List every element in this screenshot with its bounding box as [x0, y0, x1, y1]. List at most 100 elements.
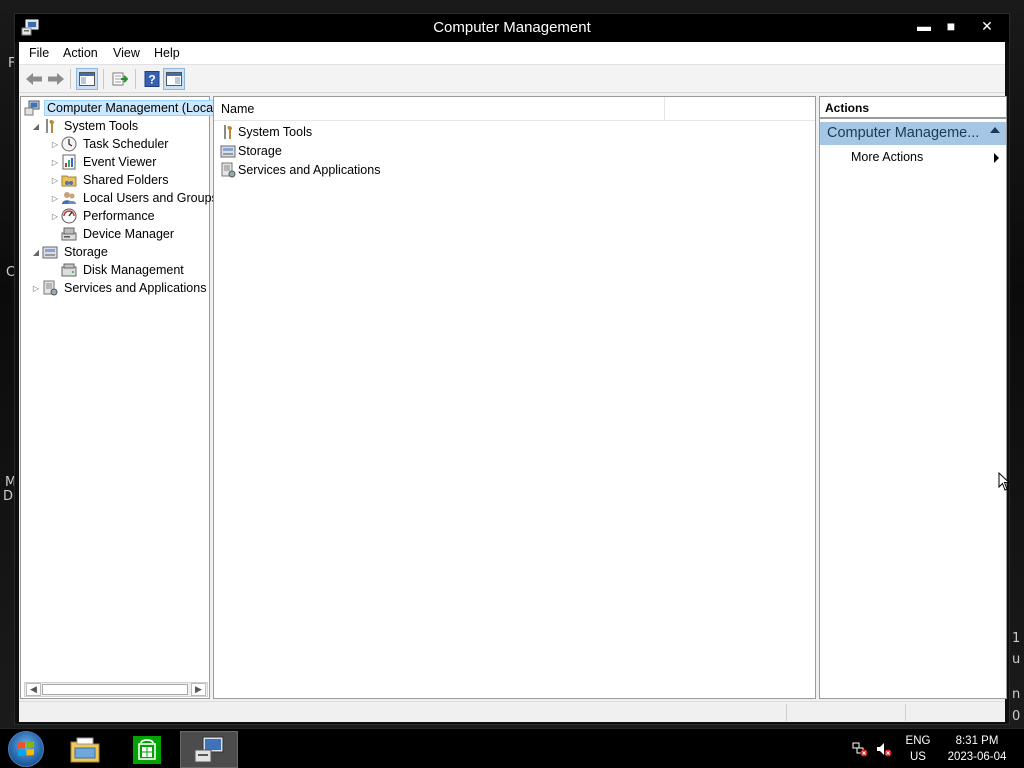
console-tree-pane[interactable]: Computer Management (Local ◢ System Tool… [20, 96, 219, 699]
taskbar-computer-management[interactable] [180, 731, 238, 768]
tree-item-task-scheduler[interactable]: ▷ Task Scheduler [49, 135, 170, 153]
list-item-label: System Tools [238, 125, 313, 139]
desktop-fragment: u [1012, 652, 1021, 667]
collapse-arrow-icon[interactable]: ◢ [30, 246, 42, 258]
volume-muted-icon[interactable] [876, 741, 892, 757]
actions-group-computer-management[interactable]: Computer Manageme... [820, 122, 1006, 145]
users-icon [61, 190, 77, 206]
clock-time: 8:31 PM [955, 735, 999, 747]
mouse-cursor-icon [998, 472, 1010, 491]
actions-pane: Actions Computer Manageme... More Action… [819, 96, 1007, 699]
actions-header: Actions [820, 97, 1006, 119]
tree-item-label: Performance [83, 209, 155, 223]
column-header-name[interactable]: Name [221, 102, 254, 116]
forward-arrow-icon[interactable] [45, 68, 67, 90]
storage-icon [42, 244, 58, 260]
network-disconnected-icon[interactable] [852, 741, 868, 757]
back-arrow-icon[interactable] [23, 68, 45, 90]
list-item-label: Services and Applications [238, 163, 381, 177]
collapse-up-icon[interactable] [990, 127, 1000, 133]
windows-logo-icon [18, 741, 34, 757]
tree-item-label: Services and Applications [64, 281, 207, 295]
language-indicator[interactable]: ENG US [900, 733, 936, 765]
disk-icon [61, 262, 77, 278]
window-title: Computer Management [433, 19, 591, 36]
taskbar-file-explorer[interactable] [56, 731, 114, 768]
keyboard-layout: US [910, 751, 926, 763]
more-actions-link[interactable]: More Actions [851, 150, 923, 164]
tree-item-services-applications[interactable]: ▷ Services and Applications [30, 279, 208, 297]
device-manager-icon [61, 226, 77, 242]
tree-item-label: Device Manager [83, 227, 175, 241]
collapse-arrow-icon[interactable]: ◢ [30, 120, 42, 132]
tree-item-device-manager[interactable]: Device Manager [61, 225, 176, 243]
tree-item-local-users-groups[interactable]: ▷ Local Users and Groups [49, 189, 220, 207]
column-divider[interactable] [664, 97, 665, 121]
tree-item-label: Task Scheduler [83, 137, 169, 151]
tree-item-computer-management[interactable]: Computer Management (Local [24, 99, 219, 117]
minimize-button[interactable]: ▬ [909, 16, 939, 36]
language-code: ENG [905, 735, 931, 747]
toolbar: ? [19, 65, 1005, 93]
computer-management-window: Computer Management ▬ ■ ✕ File Action Vi… [14, 13, 1010, 725]
taskbar: ENG US 8:31 PM 2023-06-04 [0, 728, 1024, 768]
tree-item-performance[interactable]: ▷ Performance [49, 207, 157, 225]
help-icon[interactable]: ? [141, 68, 163, 90]
desktop-fragment: 1 [1012, 631, 1021, 646]
menu-file[interactable]: File [25, 46, 53, 60]
list-item[interactable]: System Tools [220, 123, 312, 141]
tree-item-label: Event Viewer [83, 155, 157, 169]
menu-action[interactable]: Action [59, 46, 102, 60]
show-hide-console-tree-icon[interactable] [76, 68, 98, 90]
list-item-label: Storage [238, 144, 282, 158]
storage-icon [220, 143, 236, 159]
scrollbar-thumb[interactable] [42, 684, 188, 695]
title-bar[interactable]: Computer Management ▬ ■ ✕ [15, 14, 1009, 42]
tree-item-event-viewer[interactable]: ▷ Event Viewer [49, 153, 158, 171]
show-hide-action-pane-icon[interactable] [163, 68, 185, 90]
services-icon [220, 162, 236, 178]
computer-management-icon [24, 100, 40, 116]
computer-management-icon [194, 736, 224, 762]
tree-item-disk-management[interactable]: Disk Management [61, 261, 186, 279]
expand-arrow-icon[interactable]: ▷ [49, 192, 61, 204]
menu-bar: File Action View Help [19, 42, 1005, 65]
clock-icon [61, 136, 77, 152]
expand-arrow-icon[interactable]: ▷ [49, 174, 61, 186]
column-header: Name [214, 97, 815, 121]
expand-arrow-icon[interactable]: ▷ [49, 210, 61, 222]
start-button[interactable] [8, 731, 44, 767]
menu-help[interactable]: Help [150, 46, 184, 60]
tree-horizontal-scrollbar[interactable]: ◀ ▶ [24, 682, 208, 697]
tree-root-label: Computer Management (Local [44, 100, 219, 116]
tree-item-shared-folders[interactable]: ▷ Shared Folders [49, 171, 170, 189]
clock[interactable]: 8:31 PM 2023-06-04 [940, 733, 1014, 765]
expand-arrow-icon[interactable]: ▷ [49, 156, 61, 168]
export-list-icon[interactable] [109, 68, 131, 90]
tree-item-label: Disk Management [83, 263, 184, 277]
list-item[interactable]: Services and Applications [220, 161, 380, 179]
menu-view[interactable]: View [109, 46, 144, 60]
results-pane[interactable]: Name System Tools Storage Services and A… [213, 96, 816, 699]
desktop-fragment: 0 [1012, 709, 1021, 724]
status-bar [19, 701, 1005, 722]
actions-header-label: Actions [825, 101, 870, 115]
toolbar-separator [103, 69, 104, 89]
close-button[interactable]: ✕ [970, 16, 1004, 36]
expand-arrow-icon[interactable]: ▷ [49, 138, 61, 150]
tree-item-label: Local Users and Groups [83, 191, 218, 205]
event-viewer-icon [61, 154, 77, 170]
tools-icon [42, 118, 58, 134]
tree-item-label: System Tools [64, 119, 139, 133]
tree-item-system-tools[interactable]: ◢ System Tools [30, 117, 140, 135]
maximize-button[interactable]: ■ [936, 16, 966, 36]
submenu-arrow-icon[interactable] [994, 153, 999, 163]
expand-arrow-icon[interactable]: ▷ [30, 282, 42, 294]
tree-item-storage[interactable]: ◢ Storage [30, 243, 110, 261]
status-divider [905, 704, 906, 721]
list-item[interactable]: Storage [220, 142, 282, 160]
taskbar-store[interactable] [118, 731, 176, 768]
scroll-right-icon[interactable]: ▶ [191, 683, 206, 696]
scroll-left-icon[interactable]: ◀ [26, 683, 41, 696]
window-client-area: File Action View Help ? Computer Managem… [19, 42, 1007, 722]
